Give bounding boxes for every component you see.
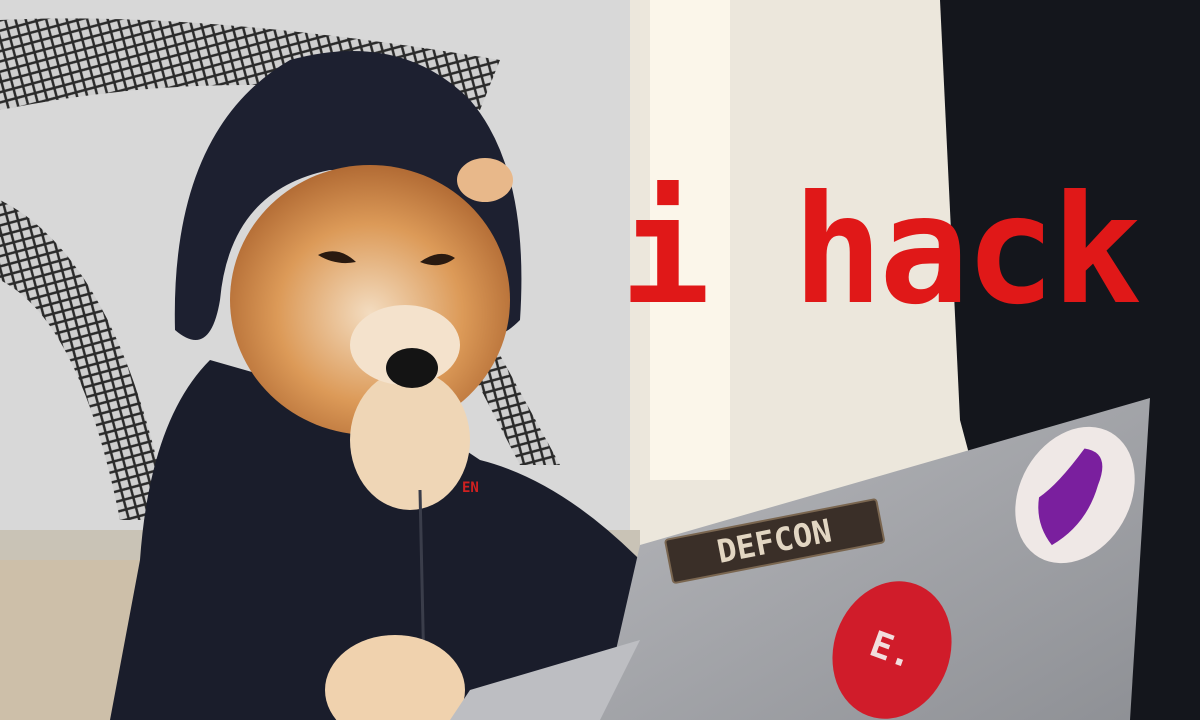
dog-chest: [350, 370, 470, 510]
dog-nose: [386, 348, 438, 388]
hoodie-logo: EN: [462, 480, 479, 496]
dog-ear: [457, 158, 513, 202]
meme-caption: i hack: [620, 164, 1140, 338]
meme-image: EN DEFCON E. i hack: [0, 0, 1200, 720]
photo-scene: EN DEFCON E. i hack: [0, 0, 1200, 720]
